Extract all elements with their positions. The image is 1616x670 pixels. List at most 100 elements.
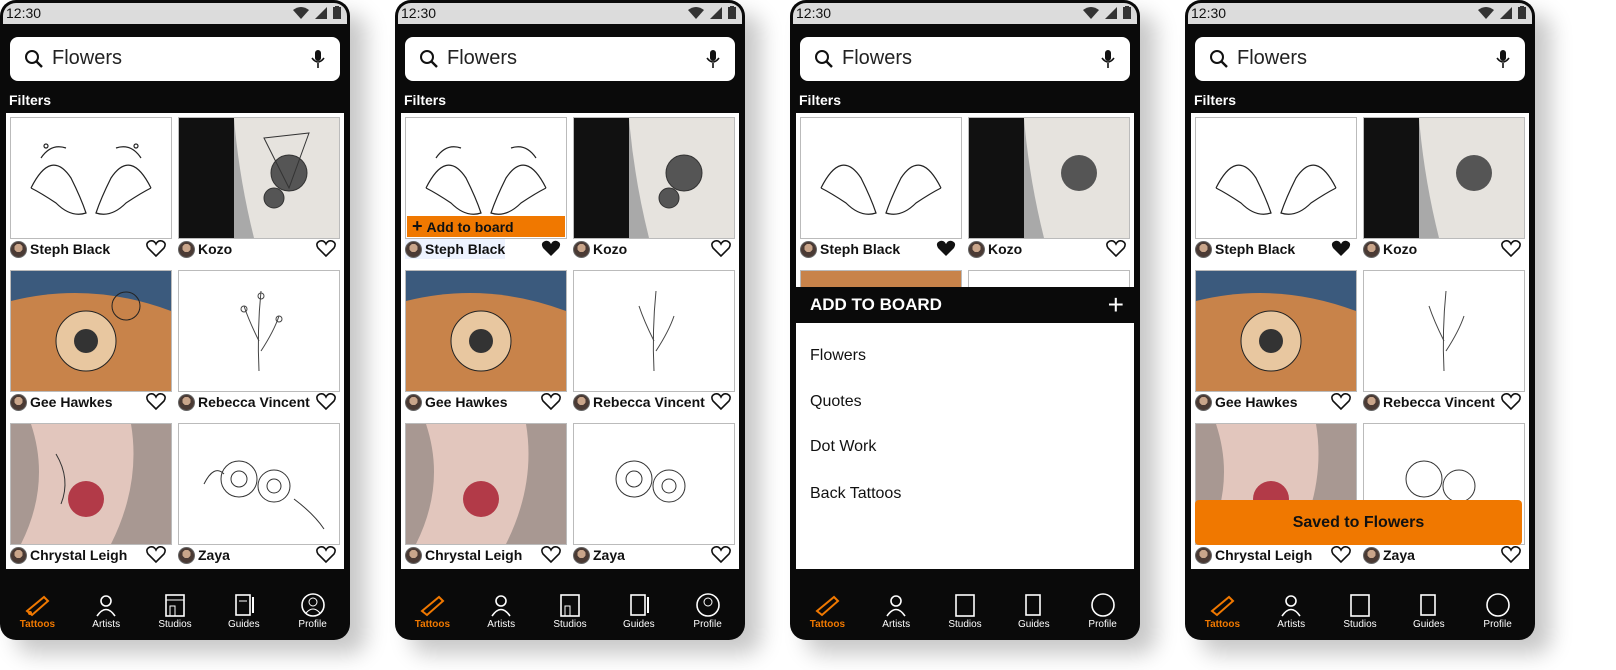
tattoo-image-arm-floral[interactable] <box>968 117 1130 239</box>
nav-artists[interactable]: Artists <box>467 587 536 637</box>
filters-button[interactable]: Filters <box>9 92 51 108</box>
board-option[interactable]: Quotes <box>810 393 862 411</box>
nav-tattoos[interactable]: Tattoos <box>398 587 467 637</box>
artist-caption[interactable]: Steph Black <box>405 239 506 259</box>
nav-profile[interactable]: Profile <box>673 587 742 637</box>
search-input[interactable]: Flowers <box>447 47 517 70</box>
tattoo-image-sunflower[interactable] <box>1195 270 1357 392</box>
tattoo-image-hands[interactable] <box>1195 117 1357 239</box>
nav-artists[interactable]: Artists <box>1257 587 1326 637</box>
nav-artists[interactable]: Artists <box>72 587 141 637</box>
nav-guides[interactable]: Guides <box>604 587 673 637</box>
artist-caption[interactable]: Zaya <box>1363 545 1415 565</box>
nav-profile[interactable]: Profile <box>1068 587 1137 637</box>
filters-button[interactable]: Filters <box>799 92 841 108</box>
heart-outline-icon[interactable] <box>711 240 731 258</box>
nav-profile[interactable]: Profile <box>1463 587 1532 637</box>
microphone-icon[interactable] <box>1100 49 1116 69</box>
tattoo-image-lavender[interactable] <box>573 270 735 392</box>
tattoo-image-hands[interactable] <box>800 117 962 239</box>
heart-outline-icon[interactable] <box>1106 240 1126 258</box>
add-to-board-button[interactable]: + Add to board <box>407 216 565 237</box>
heart-outline-icon[interactable] <box>1501 546 1521 564</box>
artist-caption[interactable]: Zaya <box>573 545 625 565</box>
nav-tattoos[interactable]: Tattoos <box>3 587 72 637</box>
tattoo-image-hands[interactable] <box>10 117 172 239</box>
heart-outline-icon[interactable] <box>1331 393 1351 411</box>
heart-outline-icon[interactable] <box>541 393 561 411</box>
microphone-icon[interactable] <box>310 49 326 69</box>
artist-caption[interactable]: Chrystal Leigh <box>405 545 522 565</box>
artist-caption[interactable]: Gee Hawkes <box>10 392 113 412</box>
filters-button[interactable]: Filters <box>404 92 446 108</box>
heart-outline-icon[interactable] <box>316 393 336 411</box>
artist-caption[interactable]: Kozo <box>178 239 232 259</box>
heart-outline-icon[interactable] <box>1331 546 1351 564</box>
new-board-plus-icon[interactable]: + <box>1108 291 1124 319</box>
search-bar[interactable]: Flowers <box>405 37 735 81</box>
artist-caption[interactable]: Gee Hawkes <box>405 392 508 412</box>
artist-caption[interactable]: Rebecca Vincent <box>1363 392 1495 412</box>
artist-caption[interactable]: Steph Black <box>1195 239 1295 259</box>
tattoo-image-arm-floral[interactable] <box>178 117 340 239</box>
heart-outline-icon[interactable] <box>146 393 166 411</box>
artist-caption[interactable]: Zaya <box>178 545 230 565</box>
artist-caption[interactable]: Chrystal Leigh <box>10 545 127 565</box>
artist-caption[interactable]: Kozo <box>968 239 1022 259</box>
heart-outline-icon[interactable] <box>711 546 731 564</box>
search-input[interactable]: Flowers <box>1237 47 1307 70</box>
nav-artists[interactable]: Artists <box>862 587 931 637</box>
search-bar[interactable]: Flowers <box>1195 37 1525 81</box>
tattoo-machine-icon <box>1210 595 1235 617</box>
tattoo-image-sunflower[interactable] <box>405 270 567 392</box>
artist-caption[interactable]: Steph Black <box>10 239 110 259</box>
nav-guides[interactable]: Guides <box>999 587 1068 637</box>
board-option[interactable]: Dot Work <box>810 438 876 456</box>
tattoo-image-rose-ankle[interactable] <box>10 423 172 545</box>
nav-profile[interactable]: Profile <box>278 587 347 637</box>
heart-filled-icon[interactable] <box>1331 240 1351 258</box>
heart-filled-icon[interactable] <box>936 240 956 258</box>
artist-caption[interactable]: Rebecca Vincent <box>178 392 310 412</box>
nav-tattoos[interactable]: Tattoos <box>793 587 862 637</box>
heart-outline-icon[interactable] <box>541 546 561 564</box>
heart-outline-icon[interactable] <box>316 240 336 258</box>
nav-studios[interactable]: Studios <box>536 587 605 637</box>
microphone-icon[interactable] <box>705 49 721 69</box>
search-bar[interactable]: Flowers <box>800 37 1130 81</box>
artist-caption[interactable]: Steph Black <box>800 239 900 259</box>
tattoo-image-roses[interactable] <box>178 423 340 545</box>
nav-studios[interactable]: Studios <box>141 587 210 637</box>
nav-guides[interactable]: Guides <box>209 587 278 637</box>
tattoo-image-rose-ankle[interactable] <box>405 423 567 545</box>
artist-caption[interactable]: Kozo <box>573 239 627 259</box>
nav-studios[interactable]: Studios <box>931 587 1000 637</box>
heart-outline-icon[interactable] <box>146 240 166 258</box>
artist-caption[interactable]: Kozo <box>1363 239 1417 259</box>
heart-outline-icon[interactable] <box>1501 393 1521 411</box>
tattoo-image-arm-floral[interactable] <box>573 117 735 239</box>
heart-outline-icon[interactable] <box>1501 240 1521 258</box>
filters-button[interactable]: Filters <box>1194 92 1236 108</box>
tattoo-image-lavender[interactable] <box>178 270 340 392</box>
search-input[interactable]: Flowers <box>842 47 912 70</box>
artist-caption[interactable]: Chrystal Leigh <box>1195 545 1312 565</box>
heart-outline-icon[interactable] <box>316 546 336 564</box>
tattoo-image-lavender[interactable] <box>1363 270 1525 392</box>
nav-guides[interactable]: Guides <box>1394 587 1463 637</box>
heart-filled-icon[interactable] <box>541 240 561 258</box>
tattoo-image-roses[interactable] <box>573 423 735 545</box>
search-input[interactable]: Flowers <box>52 47 122 70</box>
artist-caption[interactable]: Rebecca Vincent <box>573 392 705 412</box>
board-option[interactable]: Back Tattoos <box>810 485 901 503</box>
tattoo-image-sunflower[interactable] <box>10 270 172 392</box>
search-bar[interactable]: Flowers <box>10 37 340 81</box>
tattoo-image-arm-floral[interactable] <box>1363 117 1525 239</box>
nav-studios[interactable]: Studios <box>1326 587 1395 637</box>
microphone-icon[interactable] <box>1495 49 1511 69</box>
board-option[interactable]: Flowers <box>810 347 866 365</box>
nav-tattoos[interactable]: Tattoos <box>1188 587 1257 637</box>
heart-outline-icon[interactable] <box>711 393 731 411</box>
heart-outline-icon[interactable] <box>146 546 166 564</box>
artist-caption[interactable]: Gee Hawkes <box>1195 392 1298 412</box>
